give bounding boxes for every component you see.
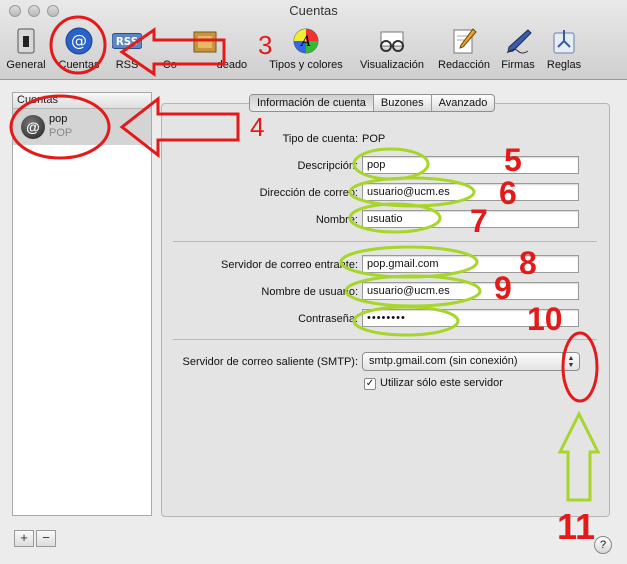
account-type-value: POP (362, 133, 386, 145)
annotation-number: 6 (499, 175, 517, 211)
account-name: pop (49, 113, 68, 125)
glasses-icon (377, 26, 407, 56)
up-down-arrows-icon: ▲ ▼ (562, 353, 579, 370)
svg-text:RSS: RSS (116, 36, 138, 48)
username-field[interactable]: usuario@ucm.es (362, 282, 579, 300)
account-row-pop[interactable]: @ pop POP (13, 109, 151, 145)
only-this-server-checkbox[interactable]: ✓ (364, 378, 376, 390)
pencil-icon (449, 26, 479, 56)
tab-avanzado[interactable]: Avanzado (432, 95, 495, 111)
username-label: Nombre de usuario: (261, 286, 358, 298)
smtp-server-value: smtp.gmail.com (sin conexión) (369, 355, 518, 367)
description-field[interactable]: pop (362, 156, 579, 174)
toolbar-firmas[interactable]: Firmas (498, 26, 538, 71)
help-button[interactable]: ? (594, 536, 612, 554)
annotation-number: 5 (504, 142, 522, 178)
toolbar-reglas[interactable]: Reglas (544, 26, 584, 71)
smtp-server-select[interactable]: smtp.gmail.com (sin conexión) ▲ ▼ (362, 352, 580, 371)
toolbar-rss[interactable]: RSS RSS (110, 26, 144, 71)
annotation-number: 10 (527, 301, 563, 337)
rules-icon (549, 26, 579, 56)
toolbar: Cuentas General @ Cuentas RSS RSS Co dea… (0, 0, 627, 80)
toolbar-tipos-y-colores[interactable]: A Tipos y colores (264, 26, 348, 71)
accounts-list: Cuentas @ pop POP (12, 92, 152, 516)
remove-account-button[interactable]: − (36, 530, 56, 547)
pen-icon (503, 26, 533, 56)
toolbar-visualizacion[interactable]: Visualización (354, 26, 430, 71)
description-label: Descripción: (297, 160, 358, 172)
annotation-number: 7 (470, 203, 488, 239)
separator (173, 241, 597, 242)
at-sign-icon: @ (21, 115, 45, 139)
only-this-server-label: Utilizar sólo este servidor (380, 377, 503, 389)
tab-bar: Información de cuenta Buzones Avanzado (249, 94, 496, 112)
account-type: POP (49, 127, 73, 139)
separator (173, 339, 597, 340)
account-type-label: Tipo de cuenta: (282, 133, 358, 145)
annotation-number: 4 (250, 112, 265, 142)
toolbar-redaccion[interactable]: Redacción (436, 26, 492, 71)
color-wheel-icon: A (291, 26, 321, 56)
tab-informacion-de-cuenta[interactable]: Información de cuenta (250, 95, 374, 111)
accounts-list-header: Cuentas (13, 93, 151, 109)
annotation-number: 11 (557, 506, 596, 547)
annotation-number: 8 (519, 245, 537, 281)
window-title: Cuentas (289, 3, 338, 18)
switch-icon (11, 26, 41, 56)
annotation-number: 9 (494, 270, 512, 306)
toolbar-general[interactable]: General (5, 26, 47, 71)
toolbar-correo-basura[interactable]: Co deado (152, 26, 258, 71)
annotation-number: 3 (258, 30, 273, 60)
at-sign-icon: @ (64, 26, 94, 56)
email-label: Dirección de correo: (259, 187, 358, 199)
rss-icon: RSS (112, 26, 142, 56)
password-label: Contraseña: (298, 313, 358, 325)
tab-buzones[interactable]: Buzones (374, 95, 432, 111)
add-account-button[interactable]: + (14, 530, 34, 547)
junk-mail-icon (190, 26, 220, 56)
svg-text:@: @ (71, 31, 87, 50)
full-name-label: Nombre: (315, 214, 358, 226)
smtp-server-label: Servidor de correo saliente (SMTP): (182, 356, 358, 368)
toolbar-cuentas[interactable]: @ Cuentas (54, 26, 104, 71)
incoming-server-label: Servidor de correo entrante: (221, 259, 358, 271)
svg-text:A: A (299, 34, 311, 50)
incoming-server-field[interactable]: pop.gmail.com (362, 255, 579, 273)
email-field[interactable]: usuario@ucm.es (362, 183, 579, 201)
